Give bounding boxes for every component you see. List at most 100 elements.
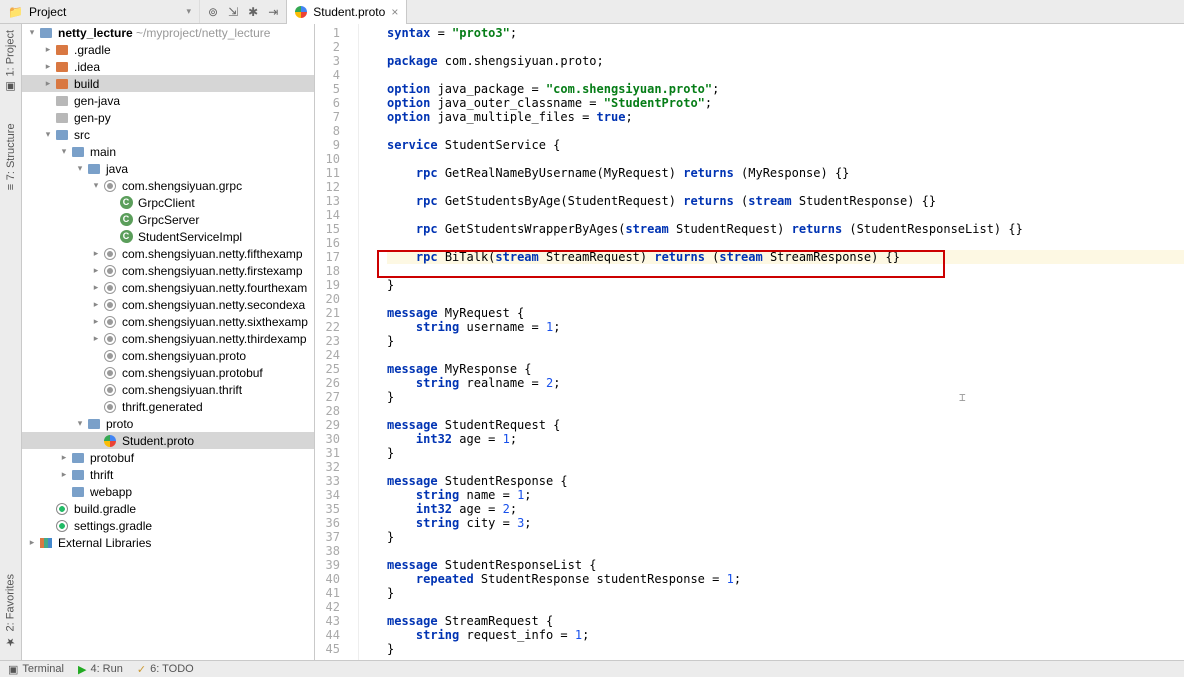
- code-line[interactable]: string request_info = 1;: [387, 628, 1184, 642]
- code-line[interactable]: [387, 208, 1184, 222]
- code-line[interactable]: }: [387, 586, 1184, 600]
- code-line[interactable]: message StreamRequest {: [387, 614, 1184, 628]
- run-tool[interactable]: ▶4: Run: [78, 663, 123, 676]
- tree-item[interactable]: ▸build: [22, 75, 314, 92]
- tree-item[interactable]: ▸com.shengsiyuan.netty.secondexa: [22, 296, 314, 313]
- code-line[interactable]: message StudentResponse {: [387, 474, 1184, 488]
- code-line[interactable]: message StudentRequest {: [387, 418, 1184, 432]
- code-line[interactable]: [387, 264, 1184, 278]
- line-number: 19: [315, 278, 340, 292]
- code-line[interactable]: rpc GetRealNameByUsername(MyRequest) ret…: [387, 166, 1184, 180]
- code-line[interactable]: rpc GetStudentsByAge(StudentRequest) ret…: [387, 194, 1184, 208]
- tree-item[interactable]: ▸com.shengsiyuan.netty.fifthexamp: [22, 245, 314, 262]
- code-line[interactable]: }: [387, 278, 1184, 292]
- tree-item[interactable]: gen-java: [22, 92, 314, 109]
- code-line[interactable]: string city = 3;: [387, 516, 1184, 530]
- tree-item[interactable]: Student.proto: [22, 432, 314, 449]
- close-icon[interactable]: ×: [391, 5, 398, 19]
- tree-item[interactable]: ▸com.shengsiyuan.netty.firstexamp: [22, 262, 314, 279]
- tree-item[interactable]: com.shengsiyuan.protobuf: [22, 364, 314, 381]
- terminal-tool[interactable]: ▣Terminal: [8, 663, 64, 676]
- code-line[interactable]: [387, 68, 1184, 82]
- code-line[interactable]: service StudentService {: [387, 138, 1184, 152]
- code-line[interactable]: option java_package = "com.shengsiyuan.p…: [387, 82, 1184, 96]
- code-line[interactable]: }: [387, 642, 1184, 656]
- file-tab[interactable]: Student.proto ×: [287, 0, 407, 24]
- tree-item[interactable]: ▾src: [22, 126, 314, 143]
- code-line[interactable]: [387, 460, 1184, 474]
- line-number: 1: [315, 26, 340, 40]
- code-line[interactable]: int32 age = 1;: [387, 432, 1184, 446]
- code-line[interactable]: rpc BiTalk(stream StreamRequest) returns…: [387, 250, 1184, 264]
- external-libraries[interactable]: ▸External Libraries: [22, 534, 314, 551]
- tool-structure[interactable]: ≡7: Structure: [5, 123, 17, 190]
- code-line[interactable]: [387, 404, 1184, 418]
- code-line[interactable]: int32 age = 2;: [387, 502, 1184, 516]
- tree-root[interactable]: ▾netty_lecture ~/myproject/netty_lecture: [22, 24, 314, 41]
- code-line[interactable]: string realname = 2;: [387, 376, 1184, 390]
- code-line[interactable]: }: [387, 446, 1184, 460]
- tree-item[interactable]: com.shengsiyuan.proto: [22, 347, 314, 364]
- code-line[interactable]: [387, 544, 1184, 558]
- code-line[interactable]: option java_outer_classname = "StudentPr…: [387, 96, 1184, 110]
- tree-item[interactable]: thrift.generated: [22, 398, 314, 415]
- todo-tool[interactable]: ✓6: TODO: [137, 663, 194, 676]
- code-line[interactable]: [387, 124, 1184, 138]
- code-editor[interactable]: 1234567891011121314151617181920212223242…: [315, 24, 1184, 660]
- tree-item[interactable]: gen-py: [22, 109, 314, 126]
- code-line[interactable]: [387, 152, 1184, 166]
- collapse-icon[interactable]: ⇲: [228, 5, 238, 19]
- tree-item[interactable]: webapp: [22, 483, 314, 500]
- tree-item[interactable]: ▸thrift: [22, 466, 314, 483]
- code-line[interactable]: message StudentResponseList {: [387, 558, 1184, 572]
- tree-item[interactable]: com.shengsiyuan.thrift: [22, 381, 314, 398]
- tree-item[interactable]: CGrpcServer: [22, 211, 314, 228]
- code-line[interactable]: [387, 180, 1184, 194]
- line-number: 20: [315, 292, 340, 306]
- tree-item[interactable]: ▾proto: [22, 415, 314, 432]
- project-dropdown[interactable]: 📁 Project ▾: [0, 0, 200, 23]
- tree-item[interactable]: ▸com.shengsiyuan.netty.fourthexam: [22, 279, 314, 296]
- code-line[interactable]: string username = 1;: [387, 320, 1184, 334]
- tool-favorites[interactable]: ★2: Favorites: [4, 574, 17, 648]
- code-line[interactable]: string name = 1;: [387, 488, 1184, 502]
- code-line[interactable]: [387, 600, 1184, 614]
- code-line[interactable]: [387, 292, 1184, 306]
- line-number: 18: [315, 264, 340, 278]
- tree-item[interactable]: ▸.gradle: [22, 41, 314, 58]
- code-line[interactable]: option java_multiple_files = true;: [387, 110, 1184, 124]
- code-line[interactable]: syntax = "proto3";: [387, 26, 1184, 40]
- code-line[interactable]: }: [387, 334, 1184, 348]
- tree-item[interactable]: ▸protobuf: [22, 449, 314, 466]
- tree-item[interactable]: CStudentServiceImpl: [22, 228, 314, 245]
- code-line[interactable]: rpc GetStudentsWrapperByAges(stream Stud…: [387, 222, 1184, 236]
- tree-item[interactable]: build.gradle: [22, 500, 314, 517]
- tree-item[interactable]: ▾java: [22, 160, 314, 177]
- code-line[interactable]: message MyResponse {: [387, 362, 1184, 376]
- code-line[interactable]: [387, 236, 1184, 250]
- code-line[interactable]: }: [387, 390, 1184, 404]
- line-number: 9: [315, 138, 340, 152]
- tree-item[interactable]: ▸.idea: [22, 58, 314, 75]
- tree-item[interactable]: ▾main: [22, 143, 314, 160]
- code-area[interactable]: ⌶ syntax = "proto3";package com.shengsiy…: [359, 24, 1184, 660]
- code-line[interactable]: repeated StudentResponse studentResponse…: [387, 572, 1184, 586]
- line-number: 27: [315, 390, 340, 404]
- target-icon[interactable]: ⊚: [208, 5, 218, 19]
- project-tree[interactable]: ▾netty_lecture ~/myproject/netty_lecture…: [22, 24, 315, 660]
- line-number: 16: [315, 236, 340, 250]
- tree-item[interactable]: ▸com.shengsiyuan.netty.sixthexamp: [22, 313, 314, 330]
- hide-icon[interactable]: ⇥: [268, 5, 278, 19]
- line-number: 42: [315, 600, 340, 614]
- settings-icon[interactable]: ✱: [248, 5, 258, 19]
- code-line[interactable]: message MyRequest {: [387, 306, 1184, 320]
- tool-project[interactable]: ▣1: Project: [4, 30, 17, 93]
- tree-item[interactable]: settings.gradle: [22, 517, 314, 534]
- code-line[interactable]: }: [387, 530, 1184, 544]
- code-line[interactable]: package com.shengsiyuan.proto;: [387, 54, 1184, 68]
- code-line[interactable]: [387, 348, 1184, 362]
- tree-item[interactable]: ▾com.shengsiyuan.grpc: [22, 177, 314, 194]
- code-line[interactable]: [387, 40, 1184, 54]
- tree-item[interactable]: ▸com.shengsiyuan.netty.thirdexamp: [22, 330, 314, 347]
- tree-item[interactable]: CGrpcClient: [22, 194, 314, 211]
